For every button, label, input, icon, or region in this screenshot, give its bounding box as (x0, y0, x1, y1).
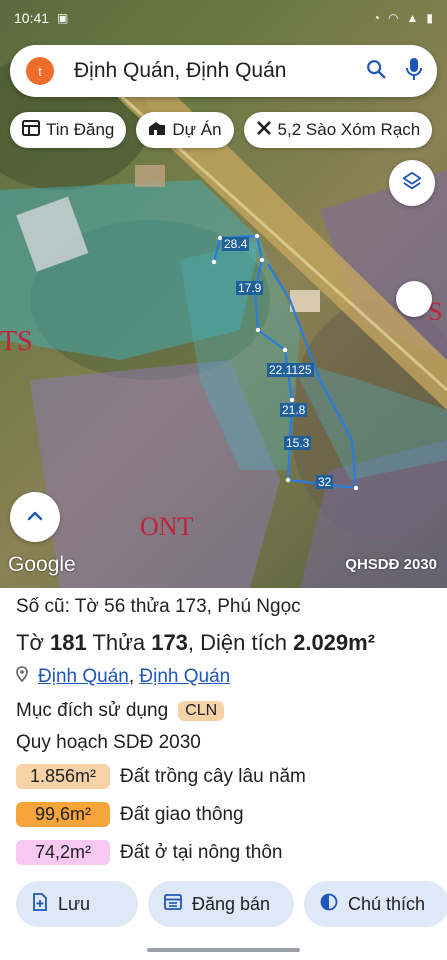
parcel-number: 173 (151, 630, 188, 655)
land-use-row: 99,6m² Đất giao thông (16, 802, 244, 827)
legend-label: Chú thích (348, 893, 426, 914)
dimension-label: 17.9 (236, 281, 264, 295)
sell-listing-button[interactable]: Đăng bán (148, 881, 294, 927)
search-icon[interactable] (365, 58, 387, 85)
dimension-label: 15.3 (284, 436, 312, 450)
plan-layer-tag: QHSDĐ 2030 (345, 556, 437, 573)
search-bar[interactable]: t Định Quán, Định Quán (10, 45, 437, 97)
plan-label: Quy hoạch SDĐ 2030 (16, 732, 201, 753)
status-time: 10:41 (14, 10, 50, 26)
legend-button[interactable]: Chú thích (304, 881, 447, 927)
signal-icon: ▲ (406, 11, 419, 25)
layers-icon (401, 170, 423, 197)
land-use-row: 74,2m² Đất ở tại nông thôn (16, 840, 282, 865)
location-separator: , (128, 666, 135, 687)
parcel-area: 2.029m² (293, 630, 376, 655)
alarm-icon: ◔ (372, 11, 381, 25)
add-document-icon (32, 892, 48, 916)
sell-label: Đăng bán (192, 893, 271, 914)
svg-text:TS: TS (0, 326, 33, 357)
chip-parcel-name[interactable]: 5,2 Sào Xóm Rạch (243, 112, 433, 148)
dimension-label: 28.4 (222, 237, 250, 251)
sheet-label: Tờ (16, 630, 44, 655)
parcel-info-panel: Số cũ: Tờ 56 thửa 173, Phú Ngọc Tờ 181 T… (0, 588, 447, 960)
expand-panel-button[interactable] (10, 492, 60, 542)
wifi-icon: ◠ (388, 11, 399, 25)
old-record: Số cũ: Tờ 56 thửa 173, Phú Ngọc (16, 596, 301, 617)
svg-text:ONT: ONT (140, 512, 194, 541)
land-use-area: 99,6m² (16, 802, 110, 827)
location-row: Định Quán, Định Quán (16, 666, 230, 688)
land-use-label: Đất ở tại nông thôn (120, 841, 283, 863)
battery-icon: ▮ (426, 11, 433, 25)
action-bar: Lưu Đăng bán Chú thích (16, 881, 447, 927)
dimension-label: 21.8 (280, 403, 308, 417)
chip-label: Dự Án (172, 120, 222, 139)
screenshot-icon: ▣ (57, 11, 69, 25)
tools-icon (256, 120, 272, 141)
sheet-number: 181 (50, 630, 87, 655)
chip-label: Tin Đăng (46, 120, 115, 139)
land-use-label: Đất giao thông (120, 803, 244, 825)
purpose-badge: CLN (178, 701, 225, 721)
land-use-label: Đất trồng cây lâu năm (120, 765, 306, 787)
table-icon (22, 119, 40, 141)
building-icon (148, 120, 166, 141)
half-circle-icon (320, 893, 338, 916)
chevron-up-icon (27, 508, 43, 526)
land-use-row: 1.856m² Đất trồng cây lâu năm (16, 764, 306, 789)
status-bar: 10:41 ▣ ◔ ◠ ▲ ▮ (0, 0, 447, 36)
map-slider-handle[interactable] (396, 281, 432, 317)
land-use-area: 1.856m² (16, 764, 110, 789)
location-pin-icon (16, 666, 28, 688)
layers-button[interactable] (389, 160, 435, 206)
avatar[interactable]: t (26, 57, 54, 85)
location-district-link[interactable]: Định Quán (38, 666, 129, 687)
microphone-icon[interactable] (405, 57, 423, 86)
save-button[interactable]: Lưu (16, 881, 138, 927)
filter-chips: Tin Đăng Dự Án 5,2 Sào Xóm Rạch (10, 112, 433, 148)
chip-listings[interactable]: Tin Đăng (10, 112, 127, 148)
calendar-icon (164, 893, 182, 915)
save-label: Lưu (58, 893, 91, 914)
location-town-link[interactable]: Định Quán (139, 666, 230, 687)
parcel-label: Thửa (92, 630, 146, 655)
area-label: , Diện tích (187, 630, 287, 655)
search-query[interactable]: Định Quán, Định Quán (74, 59, 365, 83)
home-indicator[interactable] (147, 948, 300, 952)
purpose-label: Mục đích sử dụng (16, 700, 169, 721)
map-attribution: Google (8, 553, 76, 576)
chip-projects[interactable]: Dự Án (136, 112, 234, 148)
parcel-summary: Tờ 181 Thửa 173, Diện tích 2.029m² (16, 630, 375, 656)
dimension-label: 22.1125 (267, 363, 314, 377)
dimension-label: 32 (316, 475, 334, 489)
chip-label: 5,2 Sào Xóm Rạch (277, 120, 421, 139)
land-use-area: 74,2m² (16, 840, 110, 865)
purpose-row: Mục đích sử dụng CLN (16, 700, 225, 722)
